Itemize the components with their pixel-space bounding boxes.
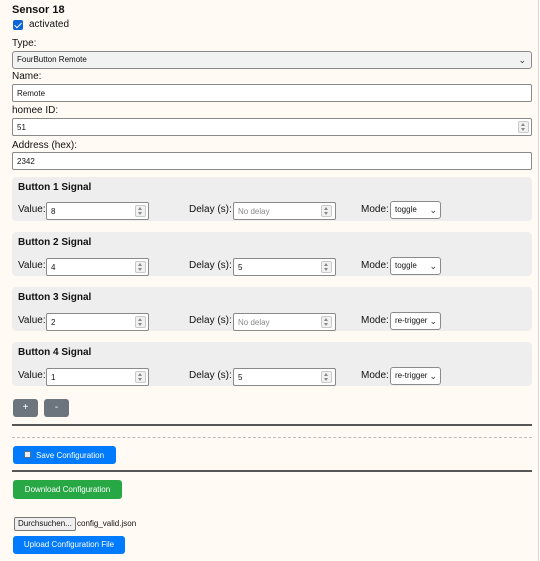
value-label: Value: (18, 370, 46, 381)
signal-value-input[interactable] (46, 368, 149, 386)
address-label: Address (hex): (12, 140, 78, 151)
value-label: Value: (18, 315, 46, 326)
sensor-title: Sensor 18 (12, 4, 65, 16)
mode-select-value: re-trigger (395, 371, 428, 380)
address-input[interactable] (12, 152, 532, 170)
mode-label: Mode: (361, 260, 389, 271)
value-stepper[interactable] (135, 205, 146, 217)
delay-stepper[interactable] (321, 371, 332, 383)
activated-label: activated (29, 19, 70, 30)
value-stepper[interactable] (135, 261, 146, 273)
mode-label: Mode: (361, 315, 389, 326)
chevron-down-icon: ⌄ (429, 261, 437, 271)
value-label: Value: (18, 260, 46, 271)
activated-checkbox[interactable] (13, 20, 23, 30)
delay-stepper[interactable] (321, 316, 332, 328)
signal-title: Button 4 Signal (18, 347, 92, 358)
signal-row-1: Button 1 Signal Value: Delay (s): Mode: … (12, 177, 532, 221)
delay-label: Delay (s): (189, 315, 232, 326)
mode-label: Mode: (361, 204, 389, 215)
signal-value-input[interactable] (46, 258, 149, 276)
dashed-divider (12, 437, 532, 438)
signal-title: Button 2 Signal (18, 237, 92, 248)
sensor-config-panel: Sensor 18 activated Type: FourButton Rem… (0, 0, 539, 561)
type-select-value: FourButton Remote (17, 55, 87, 64)
type-select[interactable]: FourButton Remote ⌄ (12, 51, 532, 69)
floppy-disk-icon (24, 451, 31, 458)
signal-value-input[interactable] (46, 313, 149, 331)
signal-title: Button 1 Signal (18, 182, 92, 193)
type-label: Type: (12, 38, 37, 49)
homee-id-input[interactable] (12, 118, 532, 136)
chevron-down-icon: ⌄ (518, 55, 526, 65)
homee-id-stepper[interactable] (518, 121, 529, 133)
divider (12, 424, 532, 426)
delay-label: Delay (s): (189, 204, 232, 215)
signal-title: Button 3 Signal (18, 292, 92, 303)
add-signal-button[interactable]: + (13, 399, 38, 417)
mode-select[interactable]: re-trigger ⌄ (390, 367, 441, 385)
value-label: Value: (18, 204, 46, 215)
chevron-down-icon: ⌄ (429, 205, 437, 215)
mode-label: Mode: (361, 370, 389, 381)
value-stepper[interactable] (135, 371, 146, 383)
chevron-down-icon: ⌄ (429, 371, 437, 381)
value-stepper[interactable] (135, 316, 146, 328)
mode-select-value: toggle (395, 261, 417, 270)
mode-select[interactable]: re-trigger ⌄ (390, 312, 441, 330)
mode-select-value: toggle (395, 205, 417, 214)
divider (12, 470, 532, 472)
signal-row-4: Button 4 Signal Value: Delay (s): Mode: … (12, 342, 532, 386)
signal-value-input[interactable] (46, 202, 149, 220)
name-label: Name: (12, 71, 42, 82)
browse-file-button[interactable]: Durchsuchen... (14, 517, 76, 531)
signal-row-2: Button 2 Signal Value: Delay (s): Mode: … (12, 232, 532, 276)
delay-label: Delay (s): (189, 260, 232, 271)
mode-select[interactable]: toggle ⌄ (390, 201, 441, 219)
mode-select[interactable]: toggle ⌄ (390, 257, 441, 275)
save-configuration-button[interactable]: Save Configuration (13, 446, 116, 464)
delay-label: Delay (s): (189, 370, 232, 381)
save-configuration-label: Save Configuration (36, 451, 105, 460)
mode-select-value: re-trigger (395, 316, 428, 325)
delay-stepper[interactable] (321, 261, 332, 273)
remove-signal-button[interactable]: - (44, 399, 69, 417)
download-configuration-button[interactable]: Download Configuration (13, 480, 122, 499)
upload-configuration-button[interactable]: Upload Configuration File (13, 536, 125, 554)
selected-file-name: config_valid.json (77, 519, 137, 528)
signal-row-3: Button 3 Signal Value: Delay (s): Mode: … (12, 287, 532, 331)
name-input[interactable] (12, 84, 532, 102)
chevron-down-icon: ⌄ (429, 316, 437, 326)
homee-id-label: homee ID: (12, 105, 59, 116)
delay-stepper[interactable] (321, 205, 332, 217)
